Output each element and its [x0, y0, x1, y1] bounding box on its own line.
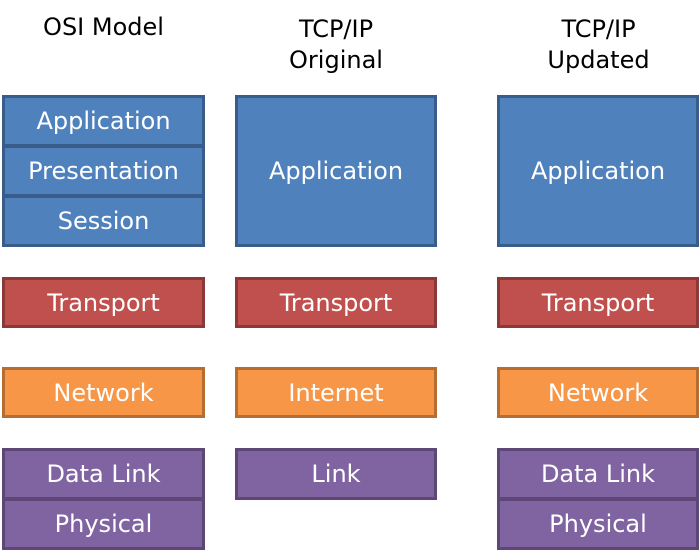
layer-transport: Transport	[235, 277, 437, 328]
layer-session: Session	[2, 195, 205, 247]
layer-data-link: Data Link	[497, 448, 699, 500]
layer-network: Network	[497, 367, 699, 418]
layer-application: Application	[235, 95, 437, 247]
layer-internet: Internet	[235, 367, 437, 418]
layer-physical: Physical	[2, 498, 205, 550]
column-title: OSI Model	[43, 13, 164, 41]
layer-physical: Physical	[497, 498, 699, 550]
layer-application: Application	[2, 95, 205, 147]
layer-network: Network	[2, 367, 205, 418]
layer-transport: Transport	[497, 277, 699, 328]
column-title: TCP/IP Original	[289, 15, 383, 74]
layer-link: Link	[235, 448, 437, 500]
column-title: TCP/IP Updated	[547, 15, 650, 74]
layer-application: Application	[497, 95, 699, 247]
layer-transport: Transport	[2, 277, 205, 328]
layer-data-link: Data Link	[2, 448, 205, 500]
layer-presentation: Presentation	[2, 145, 205, 197]
